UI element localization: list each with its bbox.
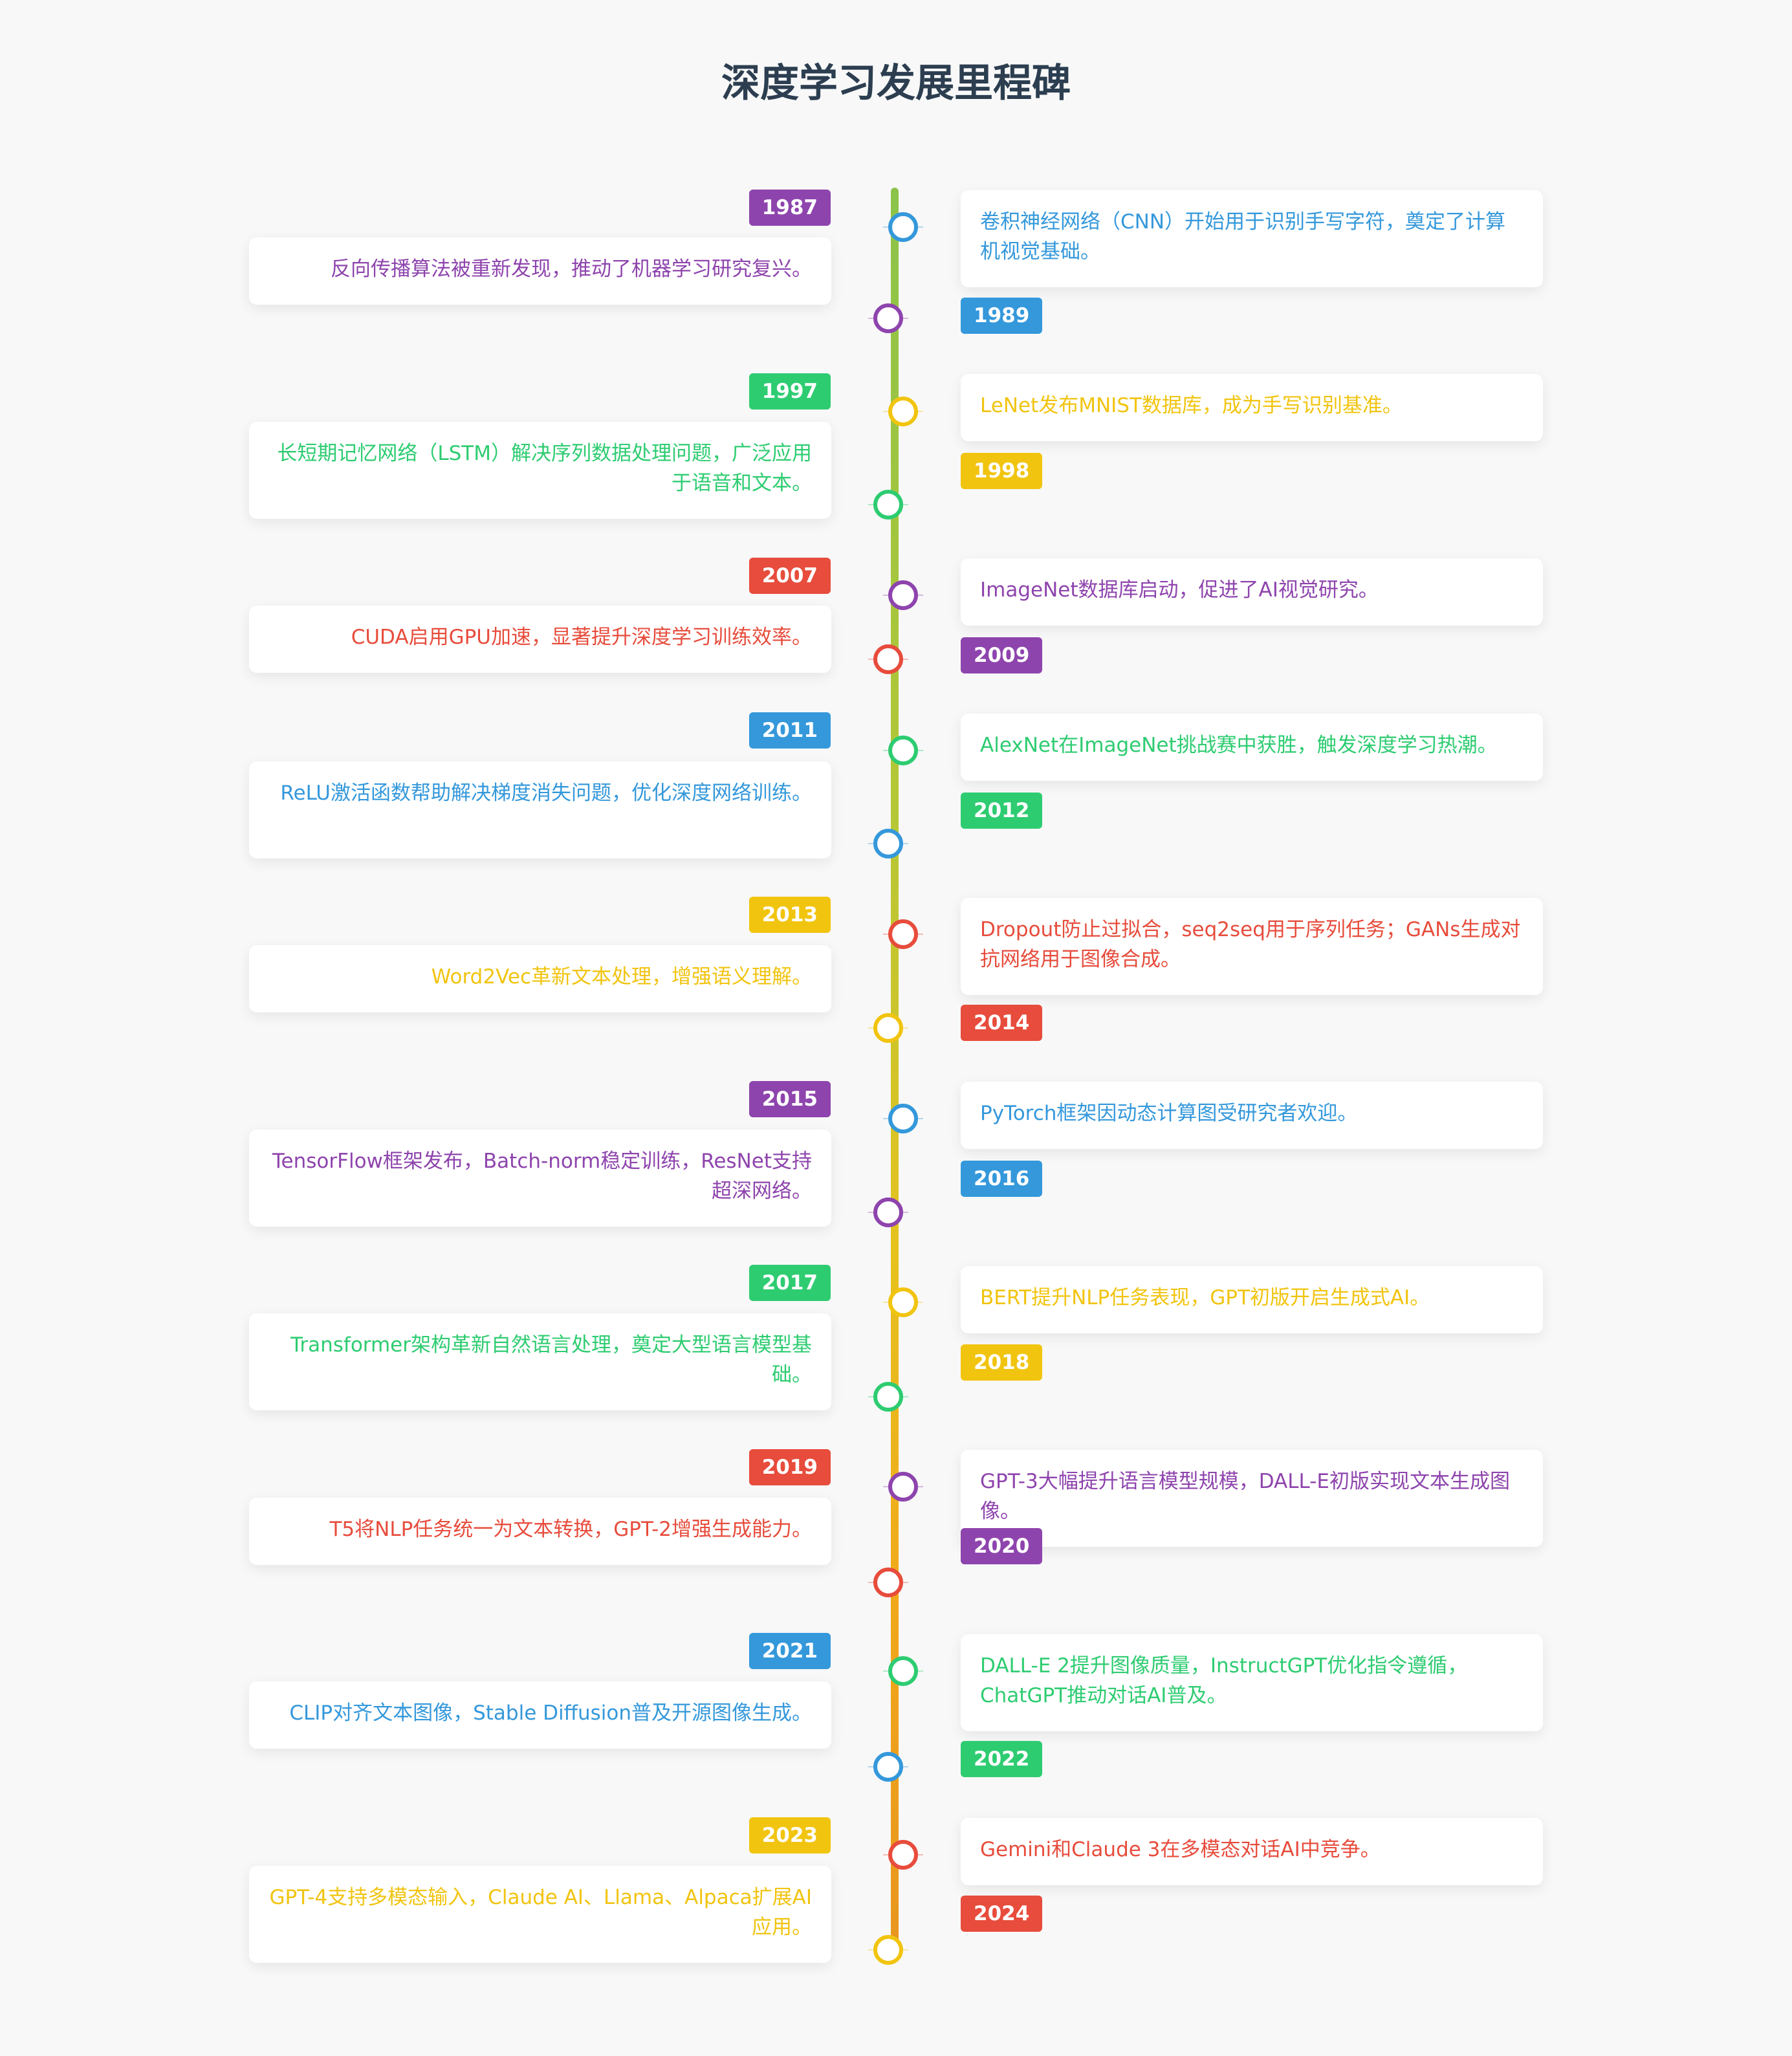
year-badge-2012: 2012 (961, 793, 1043, 829)
event-card-2020: GPT-3大幅提升语言模型规模，DALL-E初版实现文本生成图像。 (961, 1450, 1543, 1547)
event-description: ReLU激活函数帮助解决梯度消失问题，优化深度网络训练。 (280, 782, 812, 805)
event-description: AlexNet在ImageNet挑战赛中获胜，触发深度学习热潮。 (980, 734, 1498, 757)
event-card-2022: DALL-E 2提升图像质量，InstructGPT优化指令遵循，ChatGPT… (961, 1634, 1543, 1731)
event-description: DALL-E 2提升图像质量，InstructGPT优化指令遵循，ChatGPT… (980, 1654, 1468, 1707)
timeline-node-2014 (888, 919, 918, 949)
timeline-node-2024 (888, 1840, 918, 1870)
event-description: Transformer架构革新自然语言处理，奠定大型语言模型基础。 (290, 1333, 812, 1386)
year-badge-2017: 2017 (748, 1265, 831, 1301)
timeline-node-2007 (873, 644, 903, 674)
year-badge-1987: 1987 (748, 190, 831, 226)
event-description: 长短期记忆网络（LSTM）解决序列数据处理问题，广泛应用于语音和文本。 (277, 442, 812, 495)
event-card-2017: Transformer架构革新自然语言处理，奠定大型语言模型基础。 (249, 1313, 831, 1410)
year-badge-2019: 2019 (748, 1449, 831, 1485)
year-badge-2014: 2014 (961, 1005, 1043, 1041)
event-card-1998: LeNet发布MNIST数据库，成为手写识别基准。 (961, 374, 1543, 441)
timeline-node-2018 (888, 1287, 918, 1317)
event-description: 反向传播算法被重新发现，推动了机器学习研究复兴。 (331, 257, 812, 281)
timeline-node-1989 (888, 212, 918, 242)
timeline-node-2013 (873, 1013, 903, 1043)
year-badge-2015: 2015 (748, 1081, 831, 1117)
timeline-node-2016 (888, 1104, 918, 1133)
event-card-1997: 长短期记忆网络（LSTM）解决序列数据处理问题，广泛应用于语音和文本。 (249, 422, 831, 519)
year-badge-2018: 2018 (961, 1344, 1043, 1381)
event-description: BERT提升NLP任务表现，GPT初版开启生成式AI。 (980, 1286, 1430, 1309)
timeline-node-2022 (888, 1656, 918, 1686)
event-description: CLIP对齐文本图像，Stable Diffusion普及开源图像生成。 (289, 1701, 812, 1725)
year-badge-2023: 2023 (748, 1817, 831, 1854)
year-badge-2013: 2013 (748, 897, 831, 933)
year-badge-2011: 2011 (748, 712, 831, 749)
event-card-2007: CUDA启用GPU加速，显著提升深度学习训练效率。 (249, 606, 831, 673)
event-card-2011: ReLU激活函数帮助解决梯度消失问题，优化深度网络训练。 (249, 761, 831, 858)
event-description: Gemini和Claude 3在多模态对话AI中竞争。 (980, 1838, 1381, 1861)
timeline-node-2019 (873, 1568, 903, 1597)
year-badge-1998: 1998 (961, 453, 1043, 489)
timeline-node-1998 (888, 397, 918, 426)
timeline: 反向传播算法被重新发现，推动了机器学习研究复兴。 1987 卷积神经网络（CNN）开… (0, 0, 1792, 2056)
timeline-node-2021 (873, 1752, 903, 1782)
event-card-2013: Word2Vec革新文本处理，增强语义理解。 (249, 945, 831, 1012)
event-description: PyTorch框架因动态计算图受研究者欢迎。 (980, 1102, 1358, 1125)
event-card-2018: BERT提升NLP任务表现，GPT初版开启生成式AI。 (961, 1266, 1543, 1333)
timeline-node-2009 (888, 580, 918, 610)
year-badge-2007: 2007 (748, 558, 831, 594)
event-card-2015: TensorFlow框架发布，Batch-norm稳定训练，ResNet支持超深… (249, 1130, 831, 1227)
event-description: CUDA启用GPU加速，显著提升深度学习训练效率。 (351, 626, 812, 649)
year-badge-2016: 2016 (961, 1161, 1043, 1197)
event-card-2024: Gemini和Claude 3在多模态对话AI中竞争。 (961, 1818, 1543, 1885)
year-badge-2021: 2021 (748, 1633, 831, 1669)
timeline-node-1997 (873, 490, 903, 519)
event-card-1989: 卷积神经网络（CNN）开始用于识别手写字符，奠定了计算机视觉基础。 (961, 190, 1543, 287)
event-card-1987: 反向传播算法被重新发现，推动了机器学习研究复兴。 (249, 237, 831, 305)
event-card-2012: AlexNet在ImageNet挑战赛中获胜，触发深度学习热潮。 (961, 714, 1543, 781)
event-card-2014: Dropout防止过拟合，seq2seq用于序列任务；GANs生成对抗网络用于图… (961, 898, 1543, 995)
timeline-node-2015 (873, 1198, 903, 1227)
timeline-node-2017 (873, 1382, 903, 1412)
event-description: 卷积神经网络（CNN）开始用于识别手写字符，奠定了计算机视觉基础。 (980, 210, 1506, 263)
event-description: ImageNet数据库启动，促进了AI视觉研究。 (980, 578, 1379, 602)
timeline-node-2011 (873, 829, 903, 858)
year-badge-2009: 2009 (961, 637, 1043, 673)
timeline-node-1987 (873, 303, 903, 333)
event-description: GPT-3大幅提升语言模型规模，DALL-E初版实现文本生成图像。 (980, 1470, 1511, 1523)
event-description: Dropout防止过拟合，seq2seq用于序列任务；GANs生成对抗网络用于图… (980, 918, 1521, 971)
event-card-2019: T5将NLP任务统一为文本转换，GPT-2增强生成能力。 (249, 1498, 831, 1565)
timeline-node-2020 (888, 1472, 918, 1502)
event-description: T5将NLP任务统一为文本转换，GPT-2增强生成能力。 (329, 1518, 812, 1541)
event-description: LeNet发布MNIST数据库，成为手写识别基准。 (980, 394, 1403, 417)
event-card-2016: PyTorch框架因动态计算图受研究者欢迎。 (961, 1082, 1543, 1149)
year-badge-1997: 1997 (748, 373, 831, 410)
event-description: GPT-4支持多模态输入，Claude AI、Llama、Alpaca扩展AI应… (269, 1886, 812, 1939)
timeline-node-2023 (873, 1935, 903, 1965)
timeline-node-2012 (888, 736, 918, 765)
year-badge-1989: 1989 (961, 298, 1043, 334)
timeline-spine (891, 188, 899, 1960)
event-card-2021: CLIP对齐文本图像，Stable Diffusion普及开源图像生成。 (249, 1681, 831, 1749)
event-description: Word2Vec革新文本处理，增强语义理解。 (431, 965, 812, 989)
year-badge-2024: 2024 (961, 1896, 1043, 1932)
event-card-2023: GPT-4支持多模态输入，Claude AI、Llama、Alpaca扩展AI应… (249, 1866, 831, 1963)
year-badge-2022: 2022 (961, 1741, 1043, 1777)
year-badge-2020: 2020 (961, 1528, 1043, 1564)
event-card-2009: ImageNet数据库启动，促进了AI视觉研究。 (961, 558, 1543, 626)
event-description: TensorFlow框架发布，Batch-norm稳定训练，ResNet支持超深… (272, 1150, 812, 1203)
